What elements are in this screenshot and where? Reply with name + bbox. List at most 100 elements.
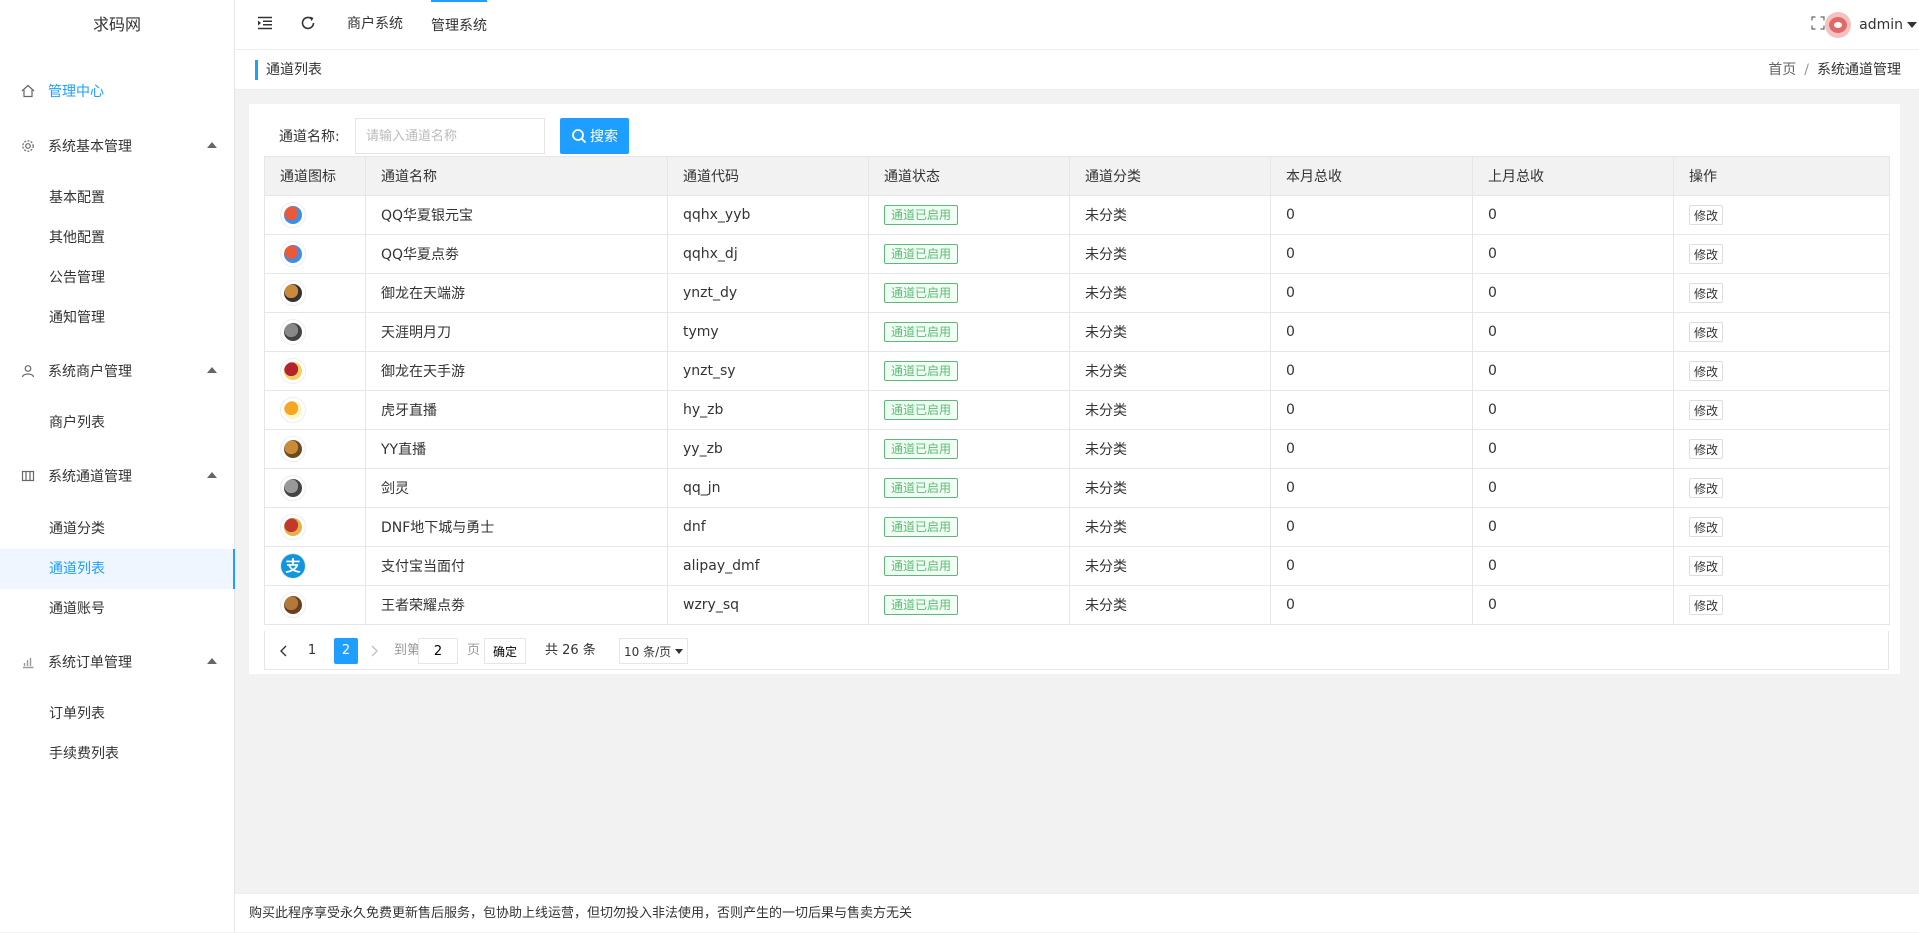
- cell-last-month: 0: [1472, 507, 1674, 547]
- edit-button[interactable]: 修改: [1689, 400, 1724, 420]
- top-header: 商户系统 管理系统 admin: [235, 0, 1919, 50]
- cell-name: 御龙在天手游: [365, 351, 668, 391]
- edit-button[interactable]: 修改: [1689, 439, 1724, 459]
- cell-status: 通道已启用: [868, 234, 1070, 274]
- sidebar-item-channel-category[interactable]: 通道分类: [0, 509, 235, 549]
- jianling-icon: [280, 475, 306, 501]
- icon-shape: [284, 245, 302, 263]
- edit-button[interactable]: 修改: [1689, 595, 1724, 615]
- edit-button[interactable]: 修改: [1689, 244, 1724, 264]
- pagination: 1 2 到第 页 确定 共 26 条 10 条/页: [264, 631, 1889, 670]
- edit-button[interactable]: 修改: [1689, 205, 1724, 225]
- sidebar-item-label: 管理中心: [48, 84, 104, 100]
- column-header: 操作: [1673, 156, 1890, 196]
- cell-category: 未分类: [1069, 195, 1271, 235]
- edit-button[interactable]: 修改: [1689, 556, 1724, 576]
- table-header-row: 通道图标 通道名称 通道代码 通道状态 通道分类 本月总收 上月总收 操作: [264, 156, 1890, 196]
- yy-icon: [280, 436, 306, 462]
- sidebar-item-dashboard[interactable]: 管理中心: [0, 76, 235, 106]
- breadcrumb: 首页 / 系统通道管理: [1768, 60, 1901, 80]
- tab-merchant-system[interactable]: 商户系统: [347, 0, 403, 50]
- goto-page-input[interactable]: [418, 638, 458, 664]
- sidebar-item-channel-account[interactable]: 通道账号: [0, 589, 235, 629]
- cell-action: 修改: [1673, 273, 1890, 313]
- user-menu[interactable]: admin: [1825, 0, 1919, 50]
- prev-page-button[interactable]: [273, 638, 295, 664]
- fullscreen-icon: [1811, 16, 1825, 34]
- page-title: 通道列表: [255, 60, 322, 80]
- search-button[interactable]: 搜索: [560, 118, 629, 154]
- edit-button[interactable]: 修改: [1689, 283, 1724, 303]
- huya-icon: [280, 397, 306, 423]
- indent-icon: [257, 16, 273, 34]
- menu-toggle-button[interactable]: [250, 0, 280, 50]
- cell-icon: [264, 390, 366, 430]
- cell-action: 修改: [1673, 390, 1890, 430]
- breadcrumb-home[interactable]: 首页: [1768, 62, 1796, 78]
- cell-status: 通道已启用: [868, 429, 1070, 469]
- cell-category: 未分类: [1069, 585, 1271, 625]
- next-page-button[interactable]: [363, 638, 385, 664]
- edit-button[interactable]: 修改: [1689, 322, 1724, 342]
- sidebar-item-merchant-list[interactable]: 商户列表: [0, 403, 235, 443]
- cell-name: 虎牙直播: [365, 390, 668, 430]
- sidebar-group-label: 系统订单管理: [48, 655, 132, 671]
- refresh-button[interactable]: [293, 0, 323, 50]
- table-row: 支 支付宝当面付 alipay_dmf 通道已启用 未分类 0 0 修改: [264, 546, 1890, 586]
- cell-code: yy_zb: [667, 429, 869, 469]
- cell-action: 修改: [1673, 195, 1890, 235]
- cell-name: DNF地下城与勇士: [365, 507, 668, 547]
- sidebar: 求码网 管理中心 系统基本管理 基本配置 其他配置 公告管理 通知管理 系统商户…: [0, 0, 235, 932]
- icon-shape: [284, 323, 302, 341]
- cell-last-month: 0: [1472, 429, 1674, 469]
- page-2-button[interactable]: 2: [334, 638, 358, 664]
- column-header: 通道状态: [868, 156, 1070, 196]
- cell-code: ynzt_dy: [667, 273, 869, 313]
- goto-confirm-button[interactable]: 确定: [484, 638, 527, 664]
- table-row: 天涯明月刀 tymy 通道已启用 未分类 0 0 修改: [264, 312, 1890, 352]
- cell-icon: [264, 312, 366, 352]
- column-header: 通道名称: [365, 156, 668, 196]
- user-icon: [20, 363, 36, 379]
- sidebar-item-other-config[interactable]: 其他配置: [0, 218, 235, 258]
- edit-button[interactable]: 修改: [1689, 361, 1724, 381]
- cell-icon: [264, 273, 366, 313]
- page-1-button[interactable]: 1: [301, 638, 323, 664]
- edit-button[interactable]: 修改: [1689, 517, 1724, 537]
- sidebar-item-notification[interactable]: 通知管理: [0, 298, 235, 338]
- channel-name-search-input[interactable]: [355, 118, 545, 154]
- icon-shape: [284, 362, 302, 380]
- sidebar-item-order-list[interactable]: 订单列表: [0, 694, 235, 734]
- tab-admin-system[interactable]: 管理系统: [431, 0, 487, 50]
- edit-button[interactable]: 修改: [1689, 478, 1724, 498]
- cell-last-month: 0: [1472, 468, 1674, 508]
- sidebar-item-basic-config[interactable]: 基本配置: [0, 178, 235, 218]
- sidebar-group-channel[interactable]: 系统通道管理: [0, 461, 235, 491]
- sidebar-item-fee-list[interactable]: 手续费列表: [0, 734, 235, 774]
- sidebar-item-channel-list[interactable]: 通道列表: [0, 549, 235, 589]
- sidebar-group-basic[interactable]: 系统基本管理: [0, 131, 235, 161]
- icon-shape: [284, 518, 302, 536]
- cell-icon: [264, 585, 366, 625]
- cell-icon: [264, 351, 366, 391]
- cell-this-month: 0: [1270, 390, 1473, 430]
- cell-last-month: 0: [1472, 273, 1674, 313]
- sidebar-group-merchant[interactable]: 系统商户管理: [0, 356, 235, 386]
- column-header: 通道分类: [1069, 156, 1271, 196]
- icon-shape: [284, 284, 302, 302]
- sidebar-group-label: 系统基本管理: [48, 139, 132, 155]
- status-badge: 通道已启用: [884, 478, 959, 498]
- cell-status: 通道已启用: [868, 546, 1070, 586]
- page-size-value: 10 条/页: [624, 644, 672, 659]
- column-header: 通道代码: [667, 156, 869, 196]
- chevron-left-icon: [279, 645, 289, 661]
- status-badge: 通道已启用: [884, 400, 959, 420]
- sidebar-item-notice[interactable]: 公告管理: [0, 258, 235, 298]
- page-size-select[interactable]: 10 条/页: [619, 638, 689, 664]
- sidebar-group-order[interactable]: 系统订单管理: [0, 647, 235, 677]
- table-row: 御龙在天端游 ynzt_dy 通道已启用 未分类 0 0 修改: [264, 273, 1890, 313]
- cell-last-month: 0: [1472, 390, 1674, 430]
- chevron-down-icon: [1907, 22, 1917, 28]
- column-header: 上月总收: [1472, 156, 1674, 196]
- cell-this-month: 0: [1270, 585, 1473, 625]
